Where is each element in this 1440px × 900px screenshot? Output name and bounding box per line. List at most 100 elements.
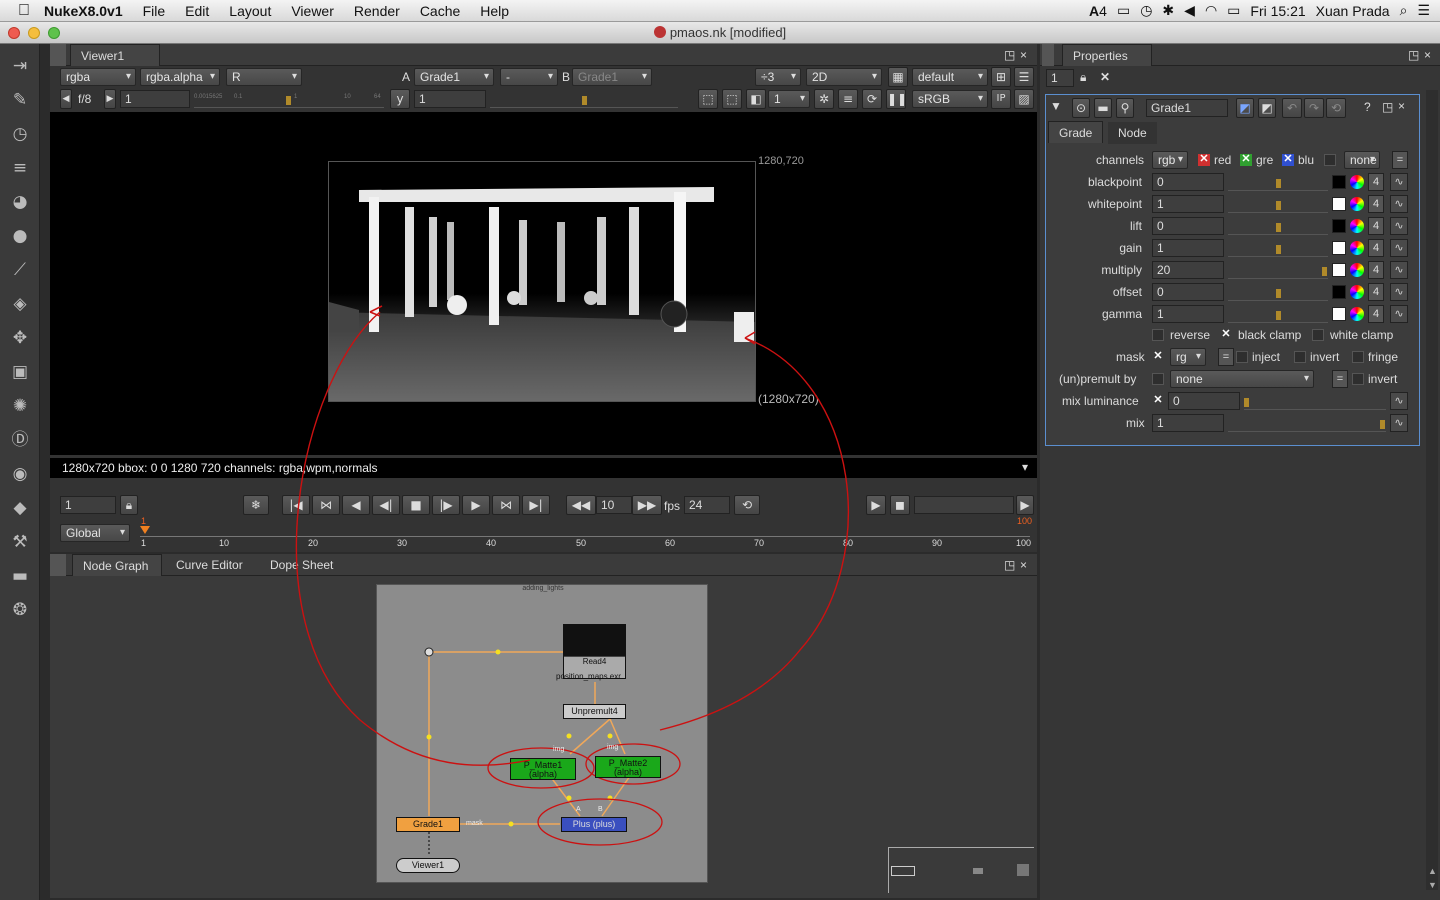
- param-field[interactable]: 1: [1152, 305, 1224, 323]
- pmatte1-node[interactable]: P_Matte1 (alpha): [510, 758, 576, 780]
- mix-field[interactable]: 1: [1152, 414, 1224, 432]
- float-node-icon[interactable]: ◳: [1382, 100, 1393, 114]
- 3d-icon[interactable]: ▣: [8, 360, 32, 384]
- playback-settings-icon[interactable]: ❄: [243, 495, 269, 515]
- gamma-toggle-button[interactable]: y: [390, 89, 410, 109]
- list-icon[interactable]: ☰: [1417, 2, 1430, 19]
- scroll-down-icon[interactable]: ▼: [1428, 880, 1437, 890]
- mask-link-button[interactable]: =: [1218, 348, 1234, 366]
- deep-icon[interactable]: Ⓓ: [8, 428, 32, 452]
- close-node-icon[interactable]: ×: [1398, 99, 1405, 113]
- time-machine-icon[interactable]: ◷: [1140, 2, 1152, 19]
- compare-mode-dropdown[interactable]: -: [500, 68, 558, 86]
- navigator-minimap[interactable]: [888, 847, 1034, 893]
- reverse-checkbox[interactable]: [1152, 329, 1164, 341]
- node-color2-icon[interactable]: ◩: [1258, 98, 1276, 118]
- wipe-icon[interactable]: ▨: [1014, 89, 1034, 109]
- info-expand-icon[interactable]: ▾: [1022, 460, 1028, 474]
- mix-luminance-curve-icon[interactable]: ∿: [1390, 392, 1408, 410]
- merge-icon[interactable]: ◈: [8, 292, 32, 316]
- extra-channel-checkbox[interactable]: [1324, 154, 1336, 166]
- scroll-up-icon[interactable]: ▲: [1428, 866, 1437, 876]
- color-wheel-icon[interactable]: [1350, 263, 1364, 277]
- clipping-icon[interactable]: ⬚: [722, 89, 742, 109]
- gamma-slider[interactable]: [490, 90, 678, 108]
- in-marker[interactable]: 1: [141, 516, 146, 526]
- fstop-next-icon[interactable]: ▶: [104, 89, 116, 109]
- color-wheel-icon[interactable]: [1350, 241, 1364, 255]
- channel-count-button[interactable]: 4: [1368, 173, 1384, 191]
- color-wheel-icon[interactable]: [1350, 197, 1364, 211]
- red-channel-checkbox[interactable]: ✕: [1198, 154, 1210, 166]
- max-panels-field[interactable]: 1: [1046, 69, 1074, 87]
- b-input-dropdown[interactable]: Grade1: [572, 68, 652, 86]
- fps-field[interactable]: 24: [684, 496, 730, 514]
- param-color-swatch[interactable]: [1332, 241, 1346, 255]
- last-frame-icon[interactable]: ▶|: [522, 495, 550, 515]
- viewport[interactable]: 1280,720 (1280x720): [50, 112, 1037, 455]
- invert-unpremult-checkbox[interactable]: [1352, 373, 1364, 385]
- prev-keyframe-icon[interactable]: ⋈: [312, 495, 340, 515]
- animation-curve-icon[interactable]: ∿: [1390, 283, 1408, 301]
- proxy-dropdown[interactable]: 1: [768, 90, 810, 108]
- unpremult-link-button[interactable]: =: [1332, 370, 1348, 388]
- param-field[interactable]: 0: [1152, 173, 1224, 191]
- draw-icon[interactable]: ✎: [8, 88, 32, 112]
- roi-toggle-icon[interactable]: ⬚: [698, 89, 718, 109]
- apple-icon[interactable]: : [0, 2, 40, 20]
- step-field[interactable]: 10: [596, 496, 632, 514]
- animation-curve-icon[interactable]: ∿: [1390, 305, 1408, 323]
- play-backward-icon[interactable]: ◀|: [372, 495, 400, 515]
- mix-luminance-checkbox[interactable]: ✕: [1152, 395, 1164, 407]
- channel-count-button[interactable]: 4: [1368, 217, 1384, 235]
- color-icon[interactable]: ◕: [8, 190, 32, 214]
- read-node[interactable]: Read4: [563, 624, 626, 679]
- alpha-channel-dropdown[interactable]: rgba.alpha: [140, 68, 220, 86]
- param-slider[interactable]: [1228, 173, 1328, 191]
- update-icon[interactable]: ✲: [814, 89, 834, 109]
- capture-icon[interactable]: ◼: [890, 495, 910, 515]
- channel-count-button[interactable]: 4: [1368, 195, 1384, 213]
- param-slider[interactable]: [1228, 305, 1328, 323]
- skip-back-icon[interactable]: ◀◀: [566, 495, 596, 515]
- param-field[interactable]: 1: [1152, 239, 1224, 257]
- channel-count-button[interactable]: 4: [1368, 283, 1384, 301]
- param-slider[interactable]: [1228, 217, 1328, 235]
- collapse-icon[interactable]: ▼: [1050, 99, 1062, 113]
- channel-count-button[interactable]: 4: [1368, 261, 1384, 279]
- color-wheel-icon[interactable]: [1350, 175, 1364, 189]
- menu-edit[interactable]: Edit: [175, 3, 219, 19]
- unpremult-select[interactable]: none: [1170, 370, 1314, 388]
- play-forward-icon[interactable]: |▶: [432, 495, 460, 515]
- param-slider[interactable]: [1228, 239, 1328, 257]
- pmatte2-node[interactable]: P_Matte2 (alpha): [595, 756, 661, 778]
- proxy-icon[interactable]: ◧: [746, 89, 766, 109]
- transform-icon[interactable]: ✥: [8, 326, 32, 350]
- gain-field[interactable]: 1: [120, 90, 190, 108]
- zoom-window-button[interactable]: [48, 27, 60, 39]
- other-icon[interactable]: ▬: [8, 564, 32, 588]
- flipbook-icon[interactable]: ▶: [866, 495, 886, 515]
- frame-field[interactable]: 1: [60, 496, 116, 514]
- unpremult-checkbox[interactable]: [1152, 373, 1164, 385]
- param-field[interactable]: 20: [1152, 261, 1224, 279]
- black-clamp-checkbox[interactable]: ✕: [1220, 329, 1232, 341]
- undo-icon[interactable]: ↶: [1282, 98, 1302, 118]
- white-clamp-checkbox[interactable]: [1312, 329, 1324, 341]
- properties-scrollbar[interactable]: ▲ ▼: [1426, 90, 1438, 890]
- lock-properties-icon[interactable]: 🔒︎: [1080, 70, 1086, 85]
- menu-file[interactable]: File: [133, 3, 176, 19]
- refresh-icon[interactable]: ⟳: [862, 89, 882, 109]
- close-window-button[interactable]: [8, 27, 20, 39]
- inject-checkbox[interactable]: [1236, 351, 1248, 363]
- channel-count-button[interactable]: 4: [1368, 305, 1384, 323]
- timeline-ruler[interactable]: 1 100 1 10 20 30 40 50 60 70 80 90 100: [140, 516, 1032, 550]
- a-input-dropdown[interactable]: Grade1: [414, 68, 494, 86]
- out-marker[interactable]: 100: [1017, 516, 1032, 526]
- keyer-icon[interactable]: ⟋: [8, 258, 32, 282]
- volume-icon[interactable]: ◀: [1184, 2, 1195, 19]
- views-icon[interactable]: ◉: [8, 462, 32, 486]
- display-channel-dropdown[interactable]: R: [226, 68, 302, 86]
- first-frame-icon[interactable]: |◀: [282, 495, 310, 515]
- fstop-prev-icon[interactable]: ◀: [60, 89, 72, 109]
